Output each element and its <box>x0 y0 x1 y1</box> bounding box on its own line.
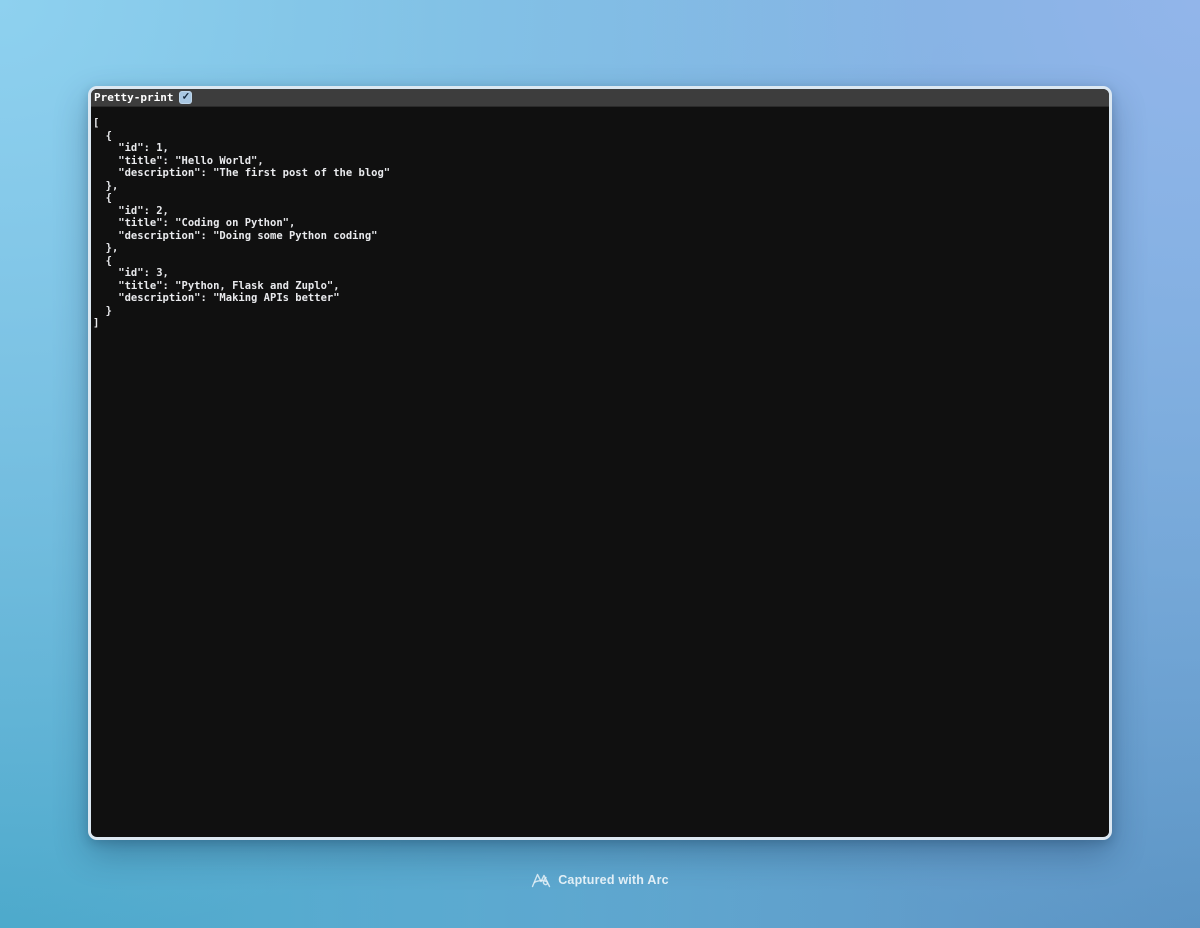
capture-footer: Captured with Arc <box>0 871 1200 889</box>
capture-caption: Captured with Arc <box>558 873 669 887</box>
pretty-print-checkbox[interactable]: ✓ <box>179 91 192 104</box>
arc-logo-icon <box>531 871 551 889</box>
page-background: Pretty-print ✓ [ { "id": 1, "title": "He… <box>0 0 1200 928</box>
json-viewer-window: Pretty-print ✓ [ { "id": 1, "title": "He… <box>88 86 1112 840</box>
pretty-print-label: Pretty-print <box>94 89 173 107</box>
pretty-print-toolbar: Pretty-print ✓ <box>91 89 1109 107</box>
json-content: [ { "id": 1, "title": "Hello World", "de… <box>91 107 1109 330</box>
checkmark-icon: ✓ <box>182 91 190 104</box>
json-content-area[interactable]: [ { "id": 1, "title": "Hello World", "de… <box>91 107 1109 836</box>
